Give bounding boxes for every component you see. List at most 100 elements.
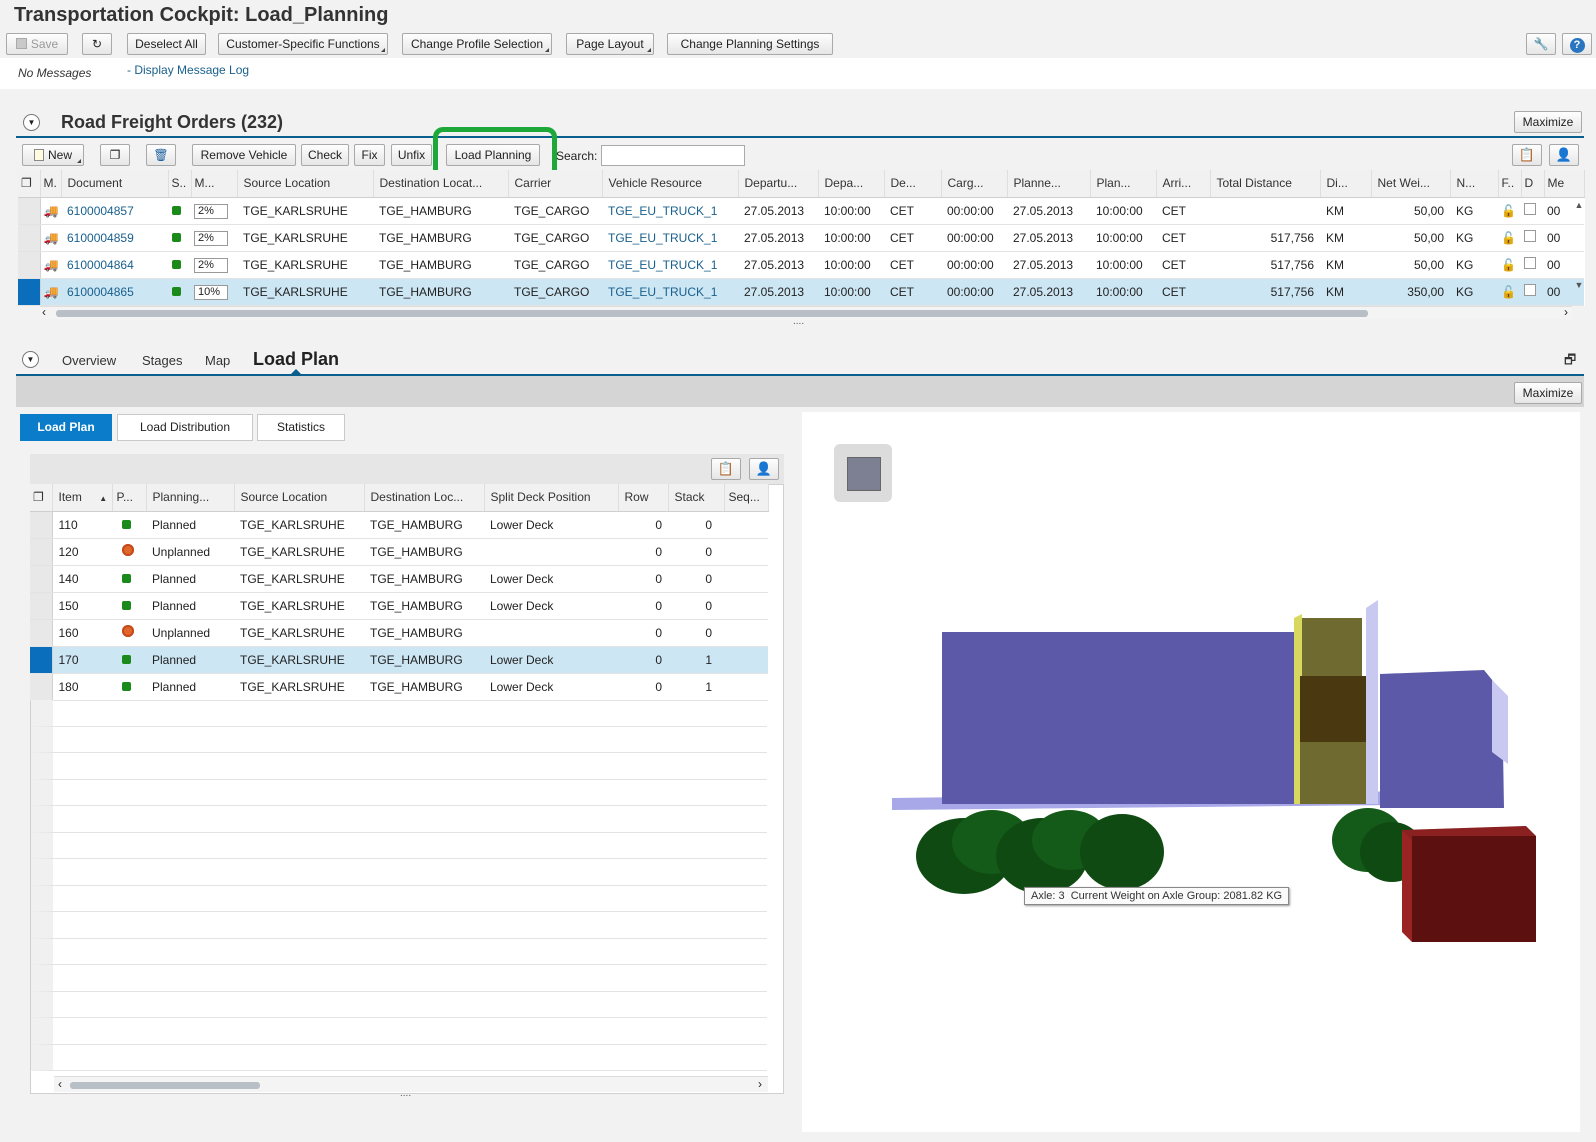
col-header[interactable]: Source Location xyxy=(234,484,365,512)
col-header[interactable]: Item ▲ xyxy=(52,484,113,512)
col-header[interactable]: Carg... xyxy=(941,170,1008,198)
customer-functions-button[interactable]: Customer-Specific Functions xyxy=(218,33,388,55)
freight-order-row[interactable]: 🚚 6100004857 2% TGE_KARLSRUHE TGE_HAMBURG TGE… xyxy=(18,197,1584,225)
checkbox[interactable] xyxy=(1524,230,1536,242)
col-header[interactable]: Document xyxy=(61,170,169,198)
checkbox[interactable] xyxy=(1524,257,1536,269)
load-item-row[interactable]: 120 Unplanned TGE_KARLSRUHE TGE_HAMBURG 0 0 xyxy=(30,538,768,566)
col-header[interactable]: Stack xyxy=(668,484,725,512)
d-cell[interactable] xyxy=(1521,251,1544,279)
col-header[interactable]: Arri... xyxy=(1156,170,1211,198)
check-button[interactable]: Check xyxy=(301,144,349,166)
col-header[interactable]: Planning... xyxy=(146,484,235,512)
vehicle-resource-link[interactable]: TGE_EU_TRUCK_1 xyxy=(602,197,738,225)
select-all-cell[interactable]: ❐ xyxy=(30,484,53,512)
items-export-button[interactable]: 📋 xyxy=(711,458,741,480)
checkbox[interactable] xyxy=(1524,284,1536,296)
row-selector[interactable] xyxy=(18,251,41,279)
scrollbar-thumb[interactable] xyxy=(56,310,1368,317)
d-cell[interactable] xyxy=(1521,197,1544,225)
tab-load-plan[interactable]: Load Plan xyxy=(253,349,339,370)
fix-button[interactable]: Fix xyxy=(354,144,385,166)
vehicle-resource-link[interactable]: TGE_EU_TRUCK_1 xyxy=(602,224,738,252)
col-header[interactable]: Plan... xyxy=(1090,170,1157,198)
d-cell[interactable] xyxy=(1521,224,1544,252)
help-button[interactable]: ? xyxy=(1562,33,1592,55)
row-selector[interactable] xyxy=(30,592,53,620)
splitter-handle[interactable]: .... xyxy=(793,316,804,327)
vehicle-resource-link[interactable]: TGE_EU_TRUCK_1 xyxy=(602,251,738,279)
fix-cell[interactable]: 🔓 xyxy=(1498,224,1521,252)
load-item-row[interactable]: 140 Planned TGE_KARLSRUHE TGE_HAMBURG Lower … xyxy=(30,565,768,593)
refresh-button[interactable]: ↻ xyxy=(82,33,112,55)
load-item-row[interactable]: 170 Planned TGE_KARLSRUHE TGE_HAMBURG Lower … xyxy=(30,646,768,674)
detail-maximize-button[interactable]: Maximize xyxy=(1514,382,1582,404)
fix-cell[interactable]: 🔓 xyxy=(1498,197,1521,225)
col-header[interactable]: Seq... xyxy=(724,484,769,512)
collapse-freight-button[interactable]: ▼ xyxy=(23,114,40,131)
collapse-detail-button[interactable]: ▼ xyxy=(22,351,39,368)
load-item-row[interactable]: 160 Unplanned TGE_KARLSRUHE TGE_HAMBURG 0 0 xyxy=(30,619,768,647)
col-header[interactable]: Total Distance xyxy=(1210,170,1321,198)
col-header[interactable]: F.. xyxy=(1498,170,1522,198)
col-header[interactable]: Di... xyxy=(1320,170,1372,198)
tab-overview[interactable]: Overview xyxy=(62,353,116,368)
load-3d-view[interactable]: Axle: 3 Current Weight on Axle Group: 20… xyxy=(802,412,1580,1132)
row-selector[interactable] xyxy=(30,538,53,566)
change-profile-button[interactable]: Change Profile Selection xyxy=(402,33,552,55)
row-selector[interactable] xyxy=(30,511,53,539)
scroll-right-arrow[interactable]: › xyxy=(758,1077,762,1091)
tab-map[interactable]: Map xyxy=(205,353,230,368)
scroll-left-arrow[interactable]: ‹ xyxy=(58,1077,62,1091)
col-header[interactable]: Carrier xyxy=(508,170,603,198)
freight-order-row[interactable]: 🚚 6100004859 2% TGE_KARLSRUHE TGE_HAMBURG TGE… xyxy=(18,224,1584,252)
row-selector[interactable] xyxy=(30,673,53,701)
new-button[interactable]: New xyxy=(22,144,84,166)
row-selector[interactable] xyxy=(18,278,41,306)
col-header[interactable]: Destination Locat... xyxy=(373,170,509,198)
delete-button[interactable]: 🗑 xyxy=(146,144,176,166)
col-header[interactable]: M... xyxy=(191,170,238,198)
col-header[interactable]: Departu... xyxy=(738,170,819,198)
col-header[interactable]: D xyxy=(1521,170,1545,198)
document-link[interactable]: 6100004857 xyxy=(61,197,168,225)
fix-cell[interactable]: 🔓 xyxy=(1498,278,1521,306)
splitter-handle[interactable]: .... xyxy=(400,1088,411,1099)
save-button[interactable]: Save xyxy=(6,33,68,55)
row-selector[interactable] xyxy=(30,619,53,647)
page-layout-button[interactable]: Page Layout xyxy=(566,33,654,55)
change-planning-settings-button[interactable]: Change Planning Settings xyxy=(667,33,833,55)
freight-order-row[interactable]: 🚚 6100004865 10% TGE_KARLSRUHE TGE_HAMBURG TG… xyxy=(18,278,1584,306)
scroll-right-arrow[interactable]: › xyxy=(1564,305,1568,319)
detail-window-icon[interactable]: 🗗 xyxy=(1564,351,1576,373)
col-header[interactable]: P... xyxy=(112,484,147,512)
col-header[interactable]: M. xyxy=(40,170,62,198)
load-item-row[interactable]: 150 Planned TGE_KARLSRUHE TGE_HAMBURG Lower … xyxy=(30,592,768,620)
col-header[interactable]: Source Location xyxy=(237,170,374,198)
vehicle-resource-link[interactable]: TGE_EU_TRUCK_1 xyxy=(602,278,738,306)
items-personalize-button[interactable]: 👤 xyxy=(749,458,779,480)
select-all-cell[interactable]: ❐ xyxy=(18,170,41,198)
load-item-row[interactable]: 110 Planned TGE_KARLSRUHE TGE_HAMBURG Lower … xyxy=(30,511,768,539)
col-header[interactable]: Destination Loc... xyxy=(364,484,485,512)
freight-scrollbar[interactable]: ‹ › xyxy=(40,305,1572,319)
col-header[interactable]: Vehicle Resource xyxy=(602,170,739,198)
copy-button[interactable]: ❐ xyxy=(100,144,130,166)
document-link[interactable]: 6100004859 xyxy=(61,224,168,252)
settings-button[interactable]: 🔧 xyxy=(1526,33,1556,55)
export-button[interactable]: 📋 xyxy=(1512,144,1542,166)
load-item-row[interactable]: 180 Planned TGE_KARLSRUHE TGE_HAMBURG Lower … xyxy=(30,673,768,701)
search-input[interactable] xyxy=(601,145,745,166)
subtab-load-plan[interactable]: Load Plan xyxy=(20,414,112,441)
vertical-scroll[interactable]: ▲ ▼ xyxy=(1574,200,1584,302)
row-selector[interactable] xyxy=(18,224,41,252)
col-header[interactable]: Planne... xyxy=(1007,170,1091,198)
scroll-left-arrow[interactable]: ‹ xyxy=(42,305,46,319)
row-selector[interactable] xyxy=(30,565,53,593)
scrollbar-thumb[interactable] xyxy=(70,1082,260,1089)
col-header[interactable]: Me xyxy=(1544,170,1585,198)
col-header[interactable]: Row xyxy=(618,484,669,512)
col-header[interactable]: N... xyxy=(1450,170,1499,198)
d-cell[interactable] xyxy=(1521,278,1544,306)
col-header[interactable]: De... xyxy=(884,170,942,198)
